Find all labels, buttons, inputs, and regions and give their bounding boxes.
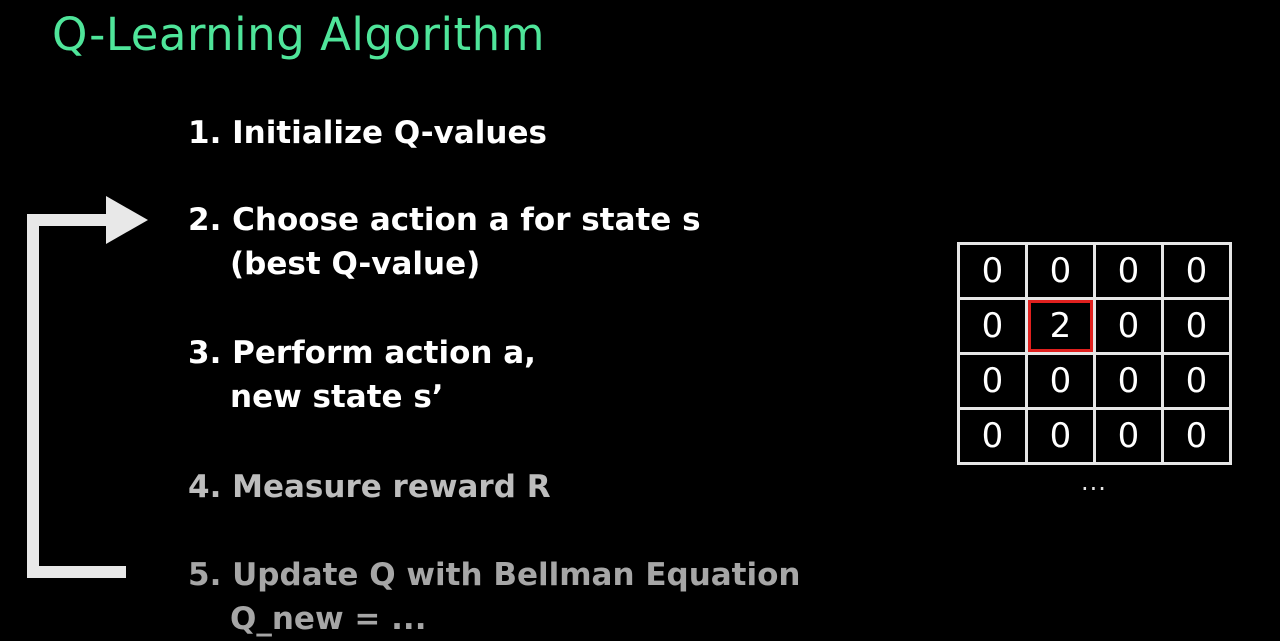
q-table-cell: 0 (1025, 352, 1096, 410)
q-table-cell: 0 (1161, 352, 1232, 410)
q-table-cell: 0 (1025, 407, 1096, 465)
step-3-subtext: new state s’ (230, 379, 444, 415)
q-table-cell: 0 (957, 352, 1028, 410)
q-table-cell: 0 (1025, 242, 1096, 300)
step-5-text: 5. Update Q with Bellman Equation (188, 557, 801, 593)
step-5-subtext: Q_new = ... (230, 601, 427, 637)
q-table-row: 0 0 0 0 (957, 242, 1232, 300)
q-table-cell: 0 (1161, 242, 1232, 300)
q-table-continuation: ... (1081, 468, 1107, 496)
step-2-text: 2. Choose action a for state s (188, 202, 701, 238)
q-table-row: 0 0 0 0 (957, 407, 1232, 465)
step-4-text: 4. Measure reward R (188, 469, 551, 505)
q-table-cell: 0 (957, 242, 1028, 300)
q-table-cell: 0 (1161, 297, 1232, 355)
step-5-update-q: 5. Update Q with Bellman Equation Q_new … (188, 553, 801, 641)
step-1-initialize: 1. Initialize Q-values (188, 111, 547, 155)
step-2-choose-action: 2. Choose action a for state s (best Q-v… (188, 198, 701, 286)
q-table-row: 0 2 0 0 (957, 297, 1232, 355)
algorithm-steps: 1. Initialize Q-values 2. Choose action … (188, 0, 928, 638)
step-3-text: 3. Perform action a, (188, 335, 536, 371)
q-table-cell: 0 (1093, 407, 1164, 465)
step-2-subtext: (best Q-value) (230, 246, 481, 282)
q-table-cell: 0 (1093, 242, 1164, 300)
loop-back-arrow-icon (27, 196, 148, 578)
step-1-text: 1. Initialize Q-values (188, 115, 547, 151)
q-table-cell: 0 (1093, 297, 1164, 355)
q-table-cell: 0 (1161, 407, 1232, 465)
q-table-row: 0 0 0 0 (957, 352, 1232, 410)
q-table-cell: 0 (957, 297, 1028, 355)
q-table: 0 0 0 0 0 2 0 0 0 0 0 0 0 0 0 0 (957, 242, 1232, 465)
q-table-cell-highlighted: 2 (1025, 297, 1096, 355)
step-4-measure-reward: 4. Measure reward R (188, 465, 551, 509)
step-3-perform-action: 3. Perform action a, new state s’ (188, 331, 536, 419)
q-table-cell: 0 (1093, 352, 1164, 410)
q-table-cell: 0 (957, 407, 1028, 465)
